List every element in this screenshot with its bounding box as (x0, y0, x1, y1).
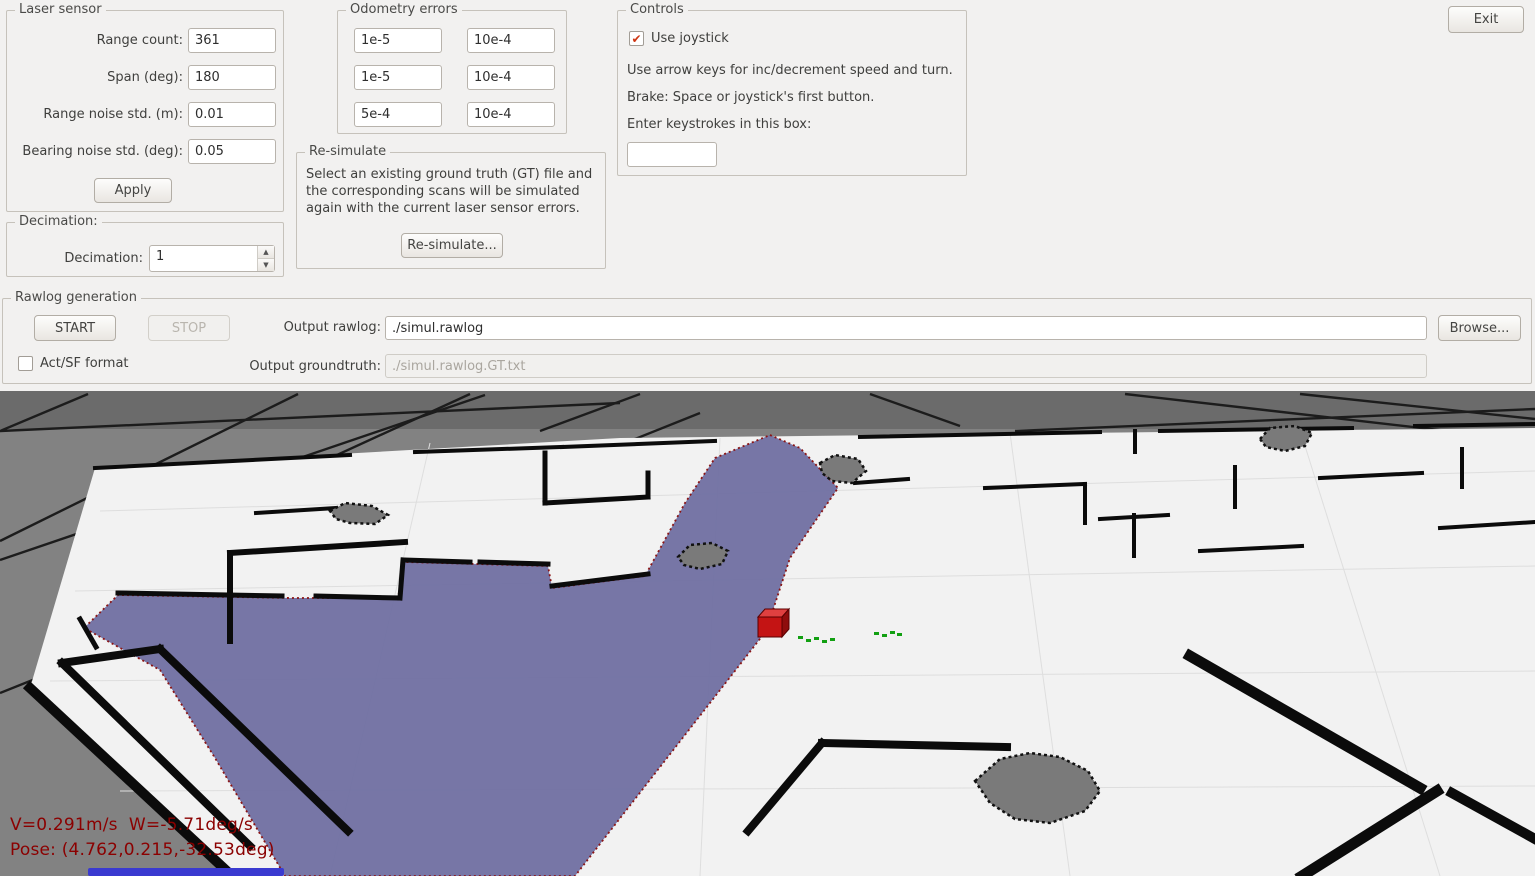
check-icon: ✔ (631, 33, 641, 45)
scene-far-band (0, 391, 1535, 429)
odometry-errors-title: Odometry errors (346, 2, 462, 17)
robot-marker (758, 609, 789, 637)
3d-viewport[interactable]: V=0.291m/s W=-5.71deg/s Pose: (4.762,0.2… (0, 391, 1535, 876)
act-sf-row: Act/SF format (18, 356, 129, 371)
output-rawlog-input[interactable] (385, 316, 1427, 340)
odometry-input-0-1[interactable] (467, 28, 555, 53)
range-noise-input[interactable] (188, 102, 276, 127)
decimation-label: Decimation: (11, 251, 143, 266)
odometry-input-1-1[interactable] (467, 65, 555, 90)
keystroke-input[interactable] (627, 142, 717, 167)
decimation-value[interactable]: 1 (150, 246, 257, 271)
rawlog-generation-group: Rawlog generation START STOP Output rawl… (2, 298, 1532, 384)
resimulate-description: Select an existing ground truth (GT) fil… (306, 166, 598, 217)
output-groundtruth-label: Output groundtruth: (203, 359, 381, 374)
controls-title: Controls (626, 2, 688, 17)
start-button[interactable]: START (34, 315, 116, 341)
output-rawlog-label: Output rawlog: (243, 320, 381, 335)
span-input[interactable] (188, 65, 276, 90)
odometry-input-2-0[interactable] (354, 102, 442, 127)
odometry-input-2-1[interactable] (467, 102, 555, 127)
resimulate-group: Re-simulate Select an existing ground tr… (296, 152, 606, 269)
spin-up-button[interactable]: ▲ (258, 246, 274, 259)
range-count-input[interactable] (188, 28, 276, 53)
decimation-title: Decimation: (15, 214, 102, 229)
use-joystick-label: Use joystick (651, 31, 729, 46)
rawlog-generation-title: Rawlog generation (11, 290, 141, 305)
hud-velocity-text: V=0.291m/s W=-5.71deg/s (10, 815, 253, 835)
controls-group: Controls ✔ Use joystick Use arrow keys f… (617, 10, 967, 176)
scene-canvas (0, 391, 1535, 876)
spin-down-button[interactable]: ▼ (258, 259, 274, 271)
controls-instruction-1: Use arrow keys for inc/decrement speed a… (627, 63, 953, 78)
output-groundtruth-input[interactable] (385, 354, 1427, 378)
stop-button[interactable]: STOP (148, 315, 230, 341)
odometry-input-1-0[interactable] (354, 65, 442, 90)
exit-button[interactable]: Exit (1448, 6, 1524, 33)
apply-button[interactable]: Apply (94, 178, 172, 203)
decimation-spin-arrows: ▲ ▼ (257, 246, 274, 271)
range-count-label: Range count: (11, 33, 183, 48)
control-panel: Laser sensor Range count: Span (deg): Ra… (0, 0, 1535, 391)
act-sf-label: Act/SF format (40, 356, 129, 371)
use-joystick-checkbox[interactable]: ✔ (629, 31, 644, 46)
browse-button[interactable]: Browse... (1438, 315, 1521, 341)
controls-instruction-2: Brake: Space or joystick's first button. (627, 90, 874, 105)
range-noise-label: Range noise std. (m): (11, 107, 183, 122)
resimulate-title: Re-simulate (305, 144, 390, 159)
odometry-errors-group: Odometry errors (337, 10, 567, 134)
act-sf-checkbox[interactable] (18, 356, 33, 371)
bottom-blue-strip (88, 868, 284, 876)
bearing-noise-label: Bearing noise std. (deg): (11, 144, 183, 159)
decimation-group: Decimation: Decimation: 1 ▲ ▼ (6, 222, 284, 277)
use-joystick-row: ✔ Use joystick (629, 31, 729, 46)
span-label: Span (deg): (11, 70, 183, 85)
laser-sensor-group: Laser sensor Range count: Span (deg): Ra… (6, 10, 284, 212)
laser-sensor-title: Laser sensor (15, 2, 106, 17)
resimulate-button[interactable]: Re-simulate... (401, 233, 503, 258)
odometry-input-0-0[interactable] (354, 28, 442, 53)
decimation-stepper[interactable]: 1 ▲ ▼ (149, 245, 275, 272)
bearing-noise-input[interactable] (188, 139, 276, 164)
controls-instruction-3: Enter keystrokes in this box: (627, 117, 811, 132)
hud-pose-text: Pose: (4.762,0.215,-32.53deg) (10, 840, 275, 860)
